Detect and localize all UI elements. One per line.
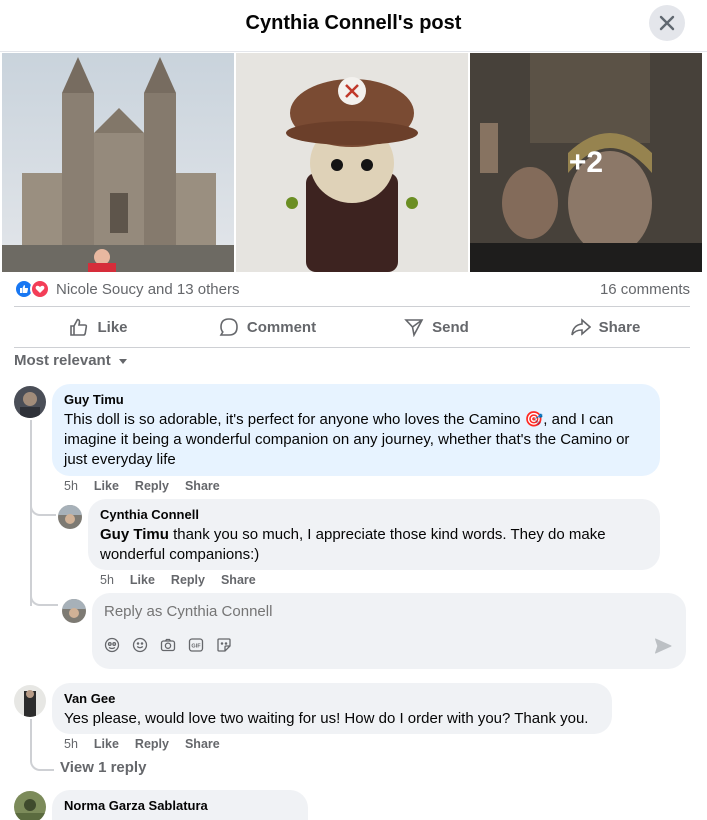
comment-count[interactable]: 16 comments: [600, 281, 690, 298]
caret-down-icon: [118, 358, 127, 364]
comment-time[interactable]: 5h: [64, 479, 78, 493]
close-icon: [659, 15, 675, 31]
actions-divider: [14, 347, 690, 348]
thread-line: [30, 420, 32, 606]
reply-text: Guy Timu thank you so much, I appreciate…: [100, 525, 648, 565]
mention-link[interactable]: Guy Timu: [100, 526, 169, 543]
comment-label: Comment: [246, 318, 317, 336]
comment-bubble: Van Gee Yes please, would love two waiti…: [52, 683, 612, 734]
reply-like-link[interactable]: Like: [130, 573, 155, 587]
composer-toolbar: GIF: [104, 637, 232, 653]
avatar-sticker-icon[interactable]: [104, 637, 120, 653]
svg-text:GIF: GIF: [191, 644, 201, 650]
reactions-summary[interactable]: Nicole Soucy and 13 others: [14, 279, 239, 299]
reply-connector: [30, 500, 56, 516]
reply-bubble: Cynthia Connell Guy Timu thank you so mu…: [88, 499, 660, 570]
comment-like-link[interactable]: Like: [94, 479, 119, 493]
photo-grid: +2: [2, 53, 702, 272]
stats-divider: [14, 306, 690, 307]
share-label: Share: [598, 318, 641, 336]
comment-author[interactable]: Guy Timu: [64, 392, 648, 408]
comment-reply-link[interactable]: Reply: [135, 737, 169, 751]
send-icon: [404, 319, 424, 337]
post-action-bar: Like Comment Send Share: [14, 310, 690, 344]
post-stats: Nicole Soucy and 13 others 16 comments: [14, 278, 690, 300]
comment-sort-dropdown[interactable]: Most relevant: [14, 352, 129, 369]
comment-author[interactable]: Norma Garza Sablatura: [64, 798, 296, 814]
comment-like-link[interactable]: Like: [94, 737, 119, 751]
gif-icon[interactable]: GIF: [188, 637, 204, 653]
reply-input[interactable]: [104, 603, 644, 620]
avatar[interactable]: [58, 505, 82, 529]
comment-author[interactable]: Van Gee: [64, 691, 600, 707]
dialog-title: Cynthia Connell's post: [245, 12, 462, 34]
love-reaction-icon: [30, 279, 50, 299]
comment-meta: 5h Like Reply Share: [64, 737, 220, 751]
composer-connector: [30, 590, 58, 606]
comment-bubble: Guy Timu This doll is so adorable, it's …: [52, 384, 660, 476]
comment-button[interactable]: Comment: [183, 310, 352, 344]
avatar[interactable]: [14, 791, 46, 820]
avatar[interactable]: [14, 386, 46, 418]
thumbs-up-icon: [70, 318, 88, 336]
comment-text: Yes please, would love two waiting for u…: [64, 710, 589, 727]
sort-label: Most relevant: [14, 352, 111, 369]
view-replies-connector: [30, 757, 54, 771]
reactions-text: Nicole Soucy and 13 others: [56, 280, 240, 298]
like-label: Like: [97, 318, 128, 336]
thread-line: [30, 719, 32, 757]
comment-meta: 5h Like Reply Share: [64, 479, 220, 493]
photo-crochet-doll[interactable]: [236, 53, 468, 272]
send-label: Send: [432, 318, 469, 336]
comment-reply-link[interactable]: Reply: [135, 479, 169, 493]
send-button[interactable]: Send: [352, 310, 521, 344]
comment-share-link[interactable]: Share: [185, 737, 220, 751]
comment-bubble: Norma Garza Sablatura: [52, 790, 308, 820]
close-button[interactable]: [649, 5, 685, 41]
share-icon: [570, 318, 591, 336]
reply-meta: 5h Like Reply Share: [100, 573, 256, 587]
dialog-header: Cynthia Connell's post: [0, 0, 707, 52]
view-replies-link[interactable]: View 1 reply: [60, 759, 146, 776]
reply-reply-link[interactable]: Reply: [171, 573, 205, 587]
reply-time[interactable]: 5h: [100, 573, 114, 587]
more-photos-overlay[interactable]: +2: [470, 53, 702, 272]
sticker-icon[interactable]: [216, 637, 232, 653]
comment-time[interactable]: 5h: [64, 737, 78, 751]
photo-selfie[interactable]: +2: [470, 53, 702, 272]
emoji-icon[interactable]: [132, 637, 148, 653]
comment-icon: [219, 318, 238, 336]
comment-share-link[interactable]: Share: [185, 479, 220, 493]
reply-share-link[interactable]: Share: [221, 573, 256, 587]
send-reply-button[interactable]: [654, 637, 672, 660]
reply-author[interactable]: Cynthia Connell: [100, 507, 648, 523]
avatar[interactable]: [14, 685, 46, 717]
avatar[interactable]: [62, 599, 86, 623]
share-button[interactable]: Share: [521, 310, 690, 344]
like-button[interactable]: Like: [14, 310, 183, 344]
paper-plane-icon: [655, 638, 672, 654]
reply-composer: GIF: [92, 593, 686, 669]
comment-text: This doll is so adorable, it's perfect f…: [64, 411, 630, 468]
photo-cathedral[interactable]: [2, 53, 234, 272]
camera-icon[interactable]: [160, 637, 176, 653]
reply-text-body: thank you so much, I appreciate those ki…: [100, 526, 606, 563]
